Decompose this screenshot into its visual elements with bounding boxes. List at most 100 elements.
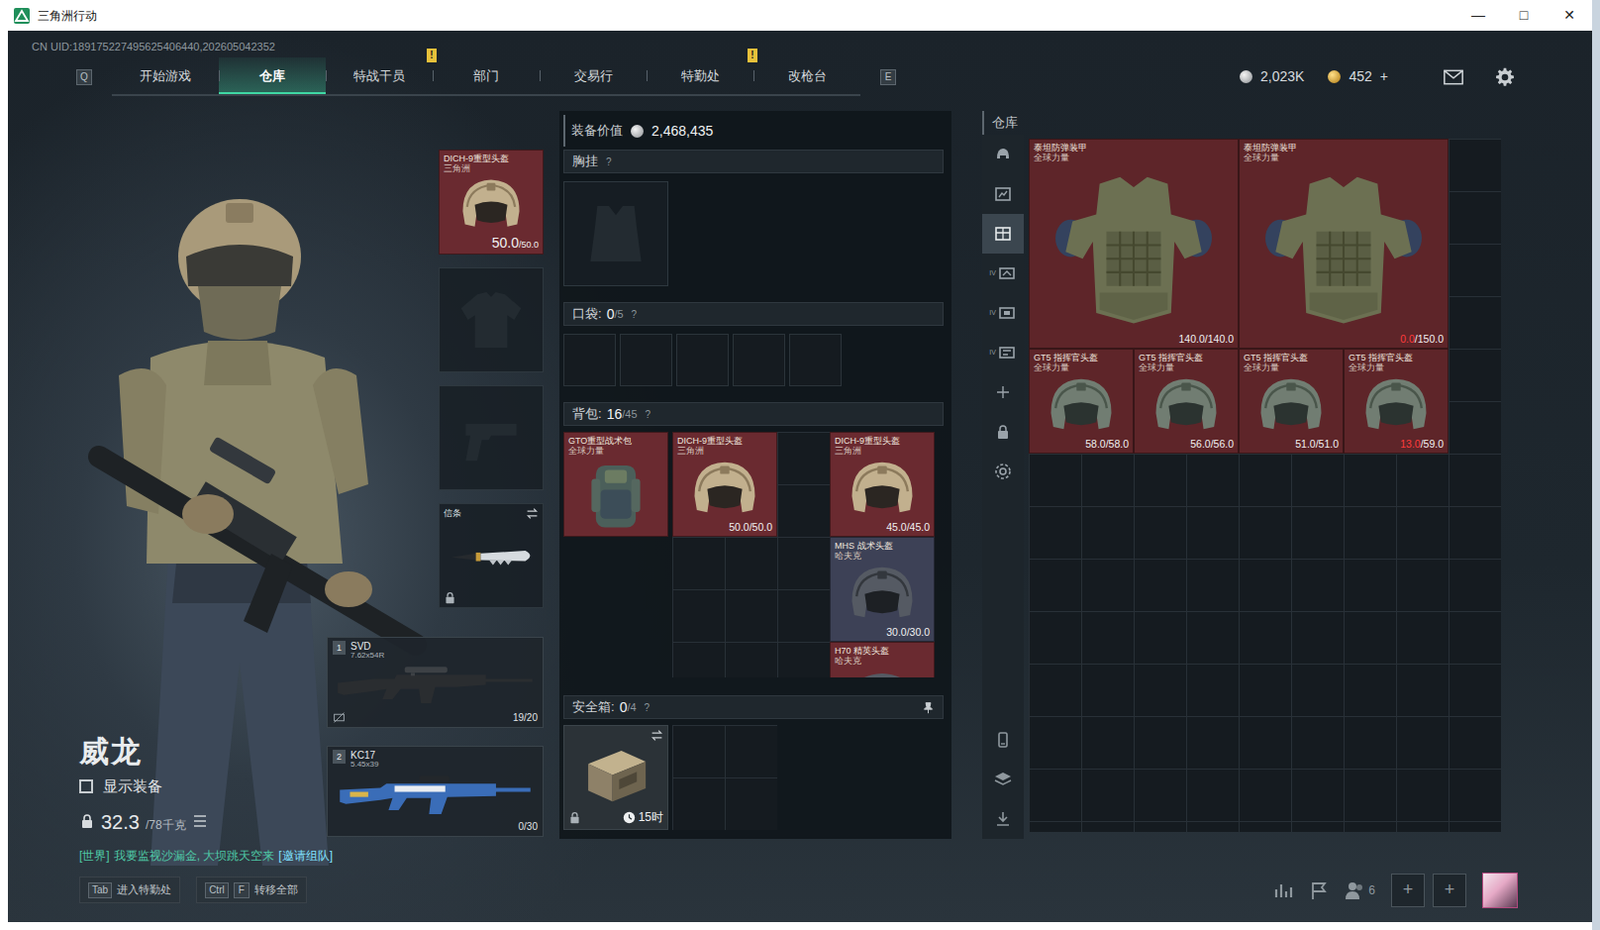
item-tile[interactable]: GT5 指挥官头盔全球力量51.0/51.0 — [1238, 348, 1344, 454]
item-name: DICH-9重型头盔 — [677, 435, 773, 446]
pocket-cell[interactable] — [563, 333, 616, 387]
tab-label: 仓库 — [259, 66, 286, 87]
invite-slot[interactable]: + — [1391, 873, 1425, 907]
armor-slot[interactable] — [438, 267, 544, 373]
nav-tab[interactable]: 部门 — [432, 57, 540, 95]
squad-count[interactable]: 6 — [1344, 880, 1376, 900]
pocket-cell[interactable] — [732, 333, 786, 387]
swap-icon[interactable] — [525, 506, 539, 520]
weapon-slots: 1SVD7.62x54R19/202KC175.45x390/30 — [326, 636, 544, 837]
maximize-button[interactable]: □ — [1500, 0, 1547, 31]
category-button[interactable] — [982, 134, 1024, 175]
item-tile[interactable]: MHS 战术头盔哈夫克30.0/30.0 — [829, 536, 935, 642]
chat-channel[interactable]: [世界] — [79, 848, 110, 863]
safe-box-slot[interactable]: 15时 — [563, 724, 669, 830]
tool-button[interactable] — [982, 799, 1024, 839]
weapon-ammo: 0/30 — [518, 820, 538, 833]
help-button[interactable]: ? — [645, 406, 652, 422]
category-button[interactable] — [982, 451, 1024, 492]
weapon-caliber: 5.45x39 — [350, 760, 379, 770]
item-tile[interactable]: 泰坦防弹装甲全球力量140.0/140.0 — [1028, 138, 1239, 349]
window-title: 三角洲行动 — [37, 6, 98, 25]
category-button[interactable] — [982, 174, 1024, 214]
pin-icon[interactable] — [921, 700, 935, 714]
operator-area: DICH-9重型头盔三角洲50.0/50.0信条威龙显示装备32.3/78千克1… — [7, 110, 544, 872]
weapon-title: SVD7.62x54R — [350, 640, 385, 661]
prev-tab-key[interactable]: Q — [76, 69, 93, 86]
warehouse-sidebar: IVIVIV — [982, 134, 1024, 839]
category-button[interactable]: IV — [982, 253, 1024, 294]
weapon-footer: 19/20 — [332, 710, 538, 724]
show-gear-toggle[interactable]: 显示装备 — [79, 775, 327, 799]
nav-tab[interactable]: 特战干员! — [325, 57, 433, 95]
melee-slot[interactable]: 信条 — [438, 502, 544, 608]
help-button[interactable]: ? — [644, 700, 651, 715]
mail-icon[interactable] — [1443, 67, 1464, 88]
durability: 58.0/58.0 — [1033, 437, 1129, 451]
help-button[interactable]: ? — [605, 154, 612, 170]
silver-coin-icon — [1239, 70, 1253, 84]
flag-icon[interactable] — [1308, 880, 1329, 900]
player-avatar[interactable] — [1482, 872, 1518, 908]
weapon-slot[interactable]: 1SVD7.62x54R19/20 — [326, 636, 544, 728]
safe-box-footer: 15时 — [568, 807, 664, 826]
assault-rifle-icon — [332, 769, 538, 820]
tool-button[interactable] — [982, 719, 1024, 760]
category-button[interactable] — [982, 213, 1024, 254]
weapon-slot[interactable]: 2KC175.45x390/30 — [326, 745, 544, 837]
empty-armor-icon — [456, 285, 526, 355]
item-tile[interactable]: DICH-9重型头盔三角洲45.0/45.0 — [829, 431, 935, 537]
nav-row: Q开始游戏仓库特战干员!部门交易行特勤处!改枪台E2,023K452+ — [7, 58, 1593, 96]
close-button[interactable]: ✕ — [1546, 0, 1593, 31]
nav-tab[interactable]: 特勤处! — [646, 57, 754, 95]
item-tile[interactable]: H70 精英头盔哈夫克 — [829, 641, 935, 678]
item-tile[interactable]: GT5 指挥官头盔全球力量58.0/58.0 — [1028, 348, 1134, 454]
nav-tab[interactable]: 交易行 — [539, 57, 647, 95]
minimize-button[interactable]: — — [1455, 0, 1501, 31]
section-label: 背包: — [572, 403, 602, 424]
item-tile[interactable]: GT5 指挥官头盔全球力量56.0/56.0 — [1133, 348, 1239, 454]
empty-pistol-icon — [456, 402, 526, 473]
key-cap: F — [233, 882, 250, 899]
shortcut-hint[interactable]: Tab进入特勤处 — [79, 876, 181, 903]
item-tile[interactable]: GT5 指挥官头盔全球力量13.0/59.0 — [1343, 348, 1449, 454]
sidearm-slot[interactable] — [438, 385, 544, 491]
category-button[interactable] — [982, 411, 1024, 452]
item-name: 泰坦防弹装甲 — [1033, 142, 1234, 153]
tab-label: 特勤处 — [681, 66, 720, 87]
category-button[interactable]: IV — [982, 332, 1024, 373]
chest-rig-slot[interactable] — [563, 181, 669, 287]
weapon-slot-number: 2 — [332, 749, 346, 764]
nav-tab[interactable]: 改枪台 — [753, 57, 861, 95]
invite-link[interactable]: [邀请组队] — [278, 848, 333, 863]
heavy-helmet-icon — [834, 456, 930, 522]
durability: 56.0/56.0 — [1138, 437, 1234, 451]
pocket-cell[interactable] — [619, 333, 673, 387]
item-tile[interactable]: DICH-9重型头盔三角洲50.0/50.0 — [672, 431, 778, 537]
pocket-cell[interactable] — [789, 333, 842, 387]
nav-tab[interactable]: 开始游戏 — [111, 57, 219, 95]
add-gold-button[interactable]: + — [1380, 66, 1389, 88]
shortcut-hint[interactable]: CtrlF转移全部 — [196, 876, 307, 903]
silver-amount: 2,023K — [1260, 66, 1304, 88]
tool-button[interactable] — [982, 759, 1024, 800]
next-tab-key[interactable]: E — [880, 69, 897, 86]
item-tile[interactable]: 泰坦防弹装甲全球力量0.0/150.0 — [1238, 138, 1449, 349]
pocket-cell[interactable] — [676, 333, 729, 387]
show-gear-checkbox[interactable] — [79, 779, 94, 794]
stats-chart-icon[interactable] — [1273, 880, 1294, 900]
tactical-helmet-icon — [834, 561, 930, 627]
item-label: 泰坦防弹装甲全球力量 — [1243, 142, 1444, 164]
item-tile[interactable]: GTO重型战术包全球力量 — [563, 431, 669, 537]
swap-icon[interactable] — [650, 728, 664, 742]
help-button[interactable]: ? — [631, 306, 638, 322]
category-button[interactable] — [982, 372, 1024, 412]
settings-gear-icon[interactable] — [1495, 67, 1515, 88]
list-icon[interactable] — [192, 812, 208, 829]
nav-tab[interactable]: 仓库 — [218, 57, 326, 95]
item-tile[interactable]: DICH-9重型头盔三角洲50.0/50.0 — [438, 149, 544, 255]
invite-slot[interactable]: + — [1432, 873, 1467, 907]
category-button[interactable]: IV — [982, 293, 1024, 333]
safe-box-cells[interactable] — [672, 724, 778, 830]
tab-label: 部门 — [473, 66, 500, 87]
